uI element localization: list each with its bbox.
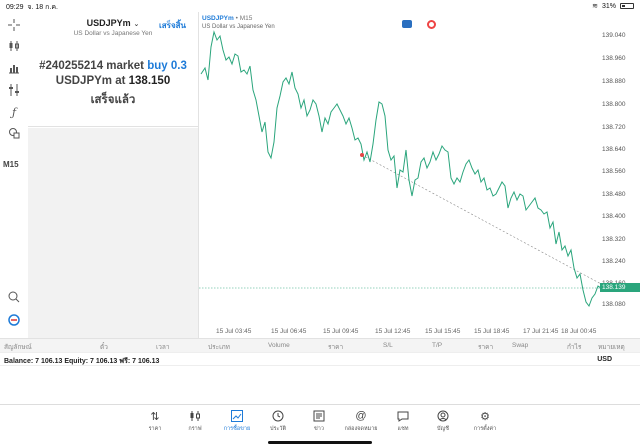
battery-icon: [620, 3, 634, 9]
balance-row: Balance: 7 106.13 Equity: 7 106.13 ฟรี: …: [0, 352, 640, 366]
zoom-icon[interactable]: [6, 289, 22, 305]
entry-marker: [360, 153, 364, 157]
price-axis-label: 138.080: [602, 301, 626, 308]
chat-icon: [383, 409, 423, 423]
at-icon: @: [355, 410, 367, 422]
candles-icon: [175, 409, 215, 423]
order-price-line: USDJPYm at 138.150: [55, 75, 171, 87]
timeframe-button[interactable]: M15: [3, 160, 19, 169]
time-axis-label: 17 Jul 21:45: [523, 328, 559, 335]
trade-table-header: สัญลักษณ์ ตั๋ว เวลา ประเภท Volume ราคา S…: [0, 338, 640, 352]
history-icon: [258, 409, 298, 423]
tab-settings[interactable]: ⚙ การตั้งค่า: [465, 409, 505, 433]
bars-icon[interactable]: [6, 60, 22, 76]
price-axis-label: 138.880: [602, 78, 626, 85]
price-axis-label: 138.720: [602, 124, 626, 131]
news-icon: [299, 409, 339, 423]
result-panel: [28, 128, 198, 338]
column-header[interactable]: Swap: [512, 342, 528, 349]
column-header[interactable]: ราคา: [328, 342, 343, 352]
arrows-updown-icon: ⇅: [150, 410, 160, 423]
function-icon[interactable]: ƒ: [6, 104, 22, 120]
left-toolbar: ƒ M15: [0, 12, 28, 342]
column-header[interactable]: เวลา: [156, 342, 170, 352]
column-header[interactable]: Volume: [268, 342, 290, 349]
time-axis-label: 18 Jul 00:45: [561, 328, 597, 335]
done-button[interactable]: เสร็จสิ้น: [159, 19, 186, 32]
trade-line: [361, 154, 604, 286]
objects-icon[interactable]: [6, 125, 22, 141]
wifi-icon: ≋: [592, 3, 598, 10]
price-axis-label: 138.240: [602, 258, 626, 265]
column-header[interactable]: ราคา: [478, 342, 493, 352]
time-axis-label: 15 Jul 09:45: [323, 328, 359, 335]
time-axis-label: 15 Jul 12:45: [375, 328, 411, 335]
price-axis-label: 138.960: [602, 55, 626, 62]
tab-account[interactable]: บัญชี: [423, 409, 463, 433]
home-indicator: [268, 441, 372, 444]
price-axis-label: 138.560: [602, 168, 626, 175]
column-header[interactable]: T/P: [432, 342, 442, 349]
price-axis-label: 138.800: [602, 101, 626, 108]
balance-summary: Balance: 7 106.13 Equity: 7 106.13 ฟรี: …: [4, 358, 160, 365]
time-axis-label: 15 Jul 15:45: [425, 328, 461, 335]
price-axis-label: 139.040: [602, 32, 626, 39]
time-axis-label: 15 Jul 18:45: [474, 328, 510, 335]
column-header[interactable]: กำไร: [567, 342, 581, 352]
tab-quotes[interactable]: ⇅ ราคา: [135, 409, 175, 433]
column-header[interactable]: S/L: [383, 342, 393, 349]
time-axis-label: 15 Jul 06:45: [271, 328, 307, 335]
indicator-icon[interactable]: [6, 82, 22, 98]
price-chart[interactable]: USDJPYm • M15 US Dollar vs Japanese Yen …: [198, 12, 640, 338]
column-header[interactable]: สัญลักษณ์: [4, 342, 32, 352]
price-axis-label: 138.640: [602, 146, 626, 153]
account-icon: [423, 409, 463, 423]
time-axis-label: 15 Jul 03:45: [216, 328, 252, 335]
chevron-down-icon: ⌄: [131, 21, 140, 28]
price-axis-label: 138.480: [602, 191, 626, 198]
column-header[interactable]: ตั๋ว: [100, 342, 108, 352]
order-status: เสร็จแล้ว: [90, 94, 136, 106]
order-result: #240255214 market buy 0.3 USDJPYm at 138…: [28, 60, 198, 109]
tab-history[interactable]: ประวัติ: [258, 409, 298, 433]
mt-logo-icon[interactable]: [6, 312, 22, 328]
tab-trade[interactable]: การซื้อขาย: [217, 409, 257, 433]
current-price-tag: 138.139: [600, 283, 640, 292]
status-bar: 09:29 จ. 18 ก.ค. ≋ 31%: [0, 0, 640, 12]
chart-canvas: [199, 30, 605, 308]
column-header[interactable]: หมายเหตุ: [598, 342, 625, 352]
tab-mailbox[interactable]: @ กล่องจดหมาย: [341, 409, 381, 433]
column-header[interactable]: ประเภท: [208, 342, 230, 352]
price-axis-label: 138.320: [602, 236, 626, 243]
status-right: ≋ 31%: [592, 2, 634, 10]
price-axis-label: 138.400: [602, 213, 626, 220]
trend-chart-icon: [217, 409, 257, 423]
order-ticket-line: #240255214 market buy 0.3: [39, 60, 187, 72]
candles-icon[interactable]: [6, 38, 22, 54]
crosshair-icon[interactable]: [6, 17, 22, 33]
tab-news[interactable]: ข่าว: [299, 409, 339, 433]
price-series-line: [200, 30, 602, 308]
tab-chat[interactable]: แชท: [383, 409, 423, 433]
settings-icon: ⚙: [480, 410, 490, 423]
battery-percent: 31%: [601, 2, 616, 10]
account-currency: USD: [597, 356, 612, 363]
tab-chart[interactable]: กราฟ: [175, 409, 215, 433]
